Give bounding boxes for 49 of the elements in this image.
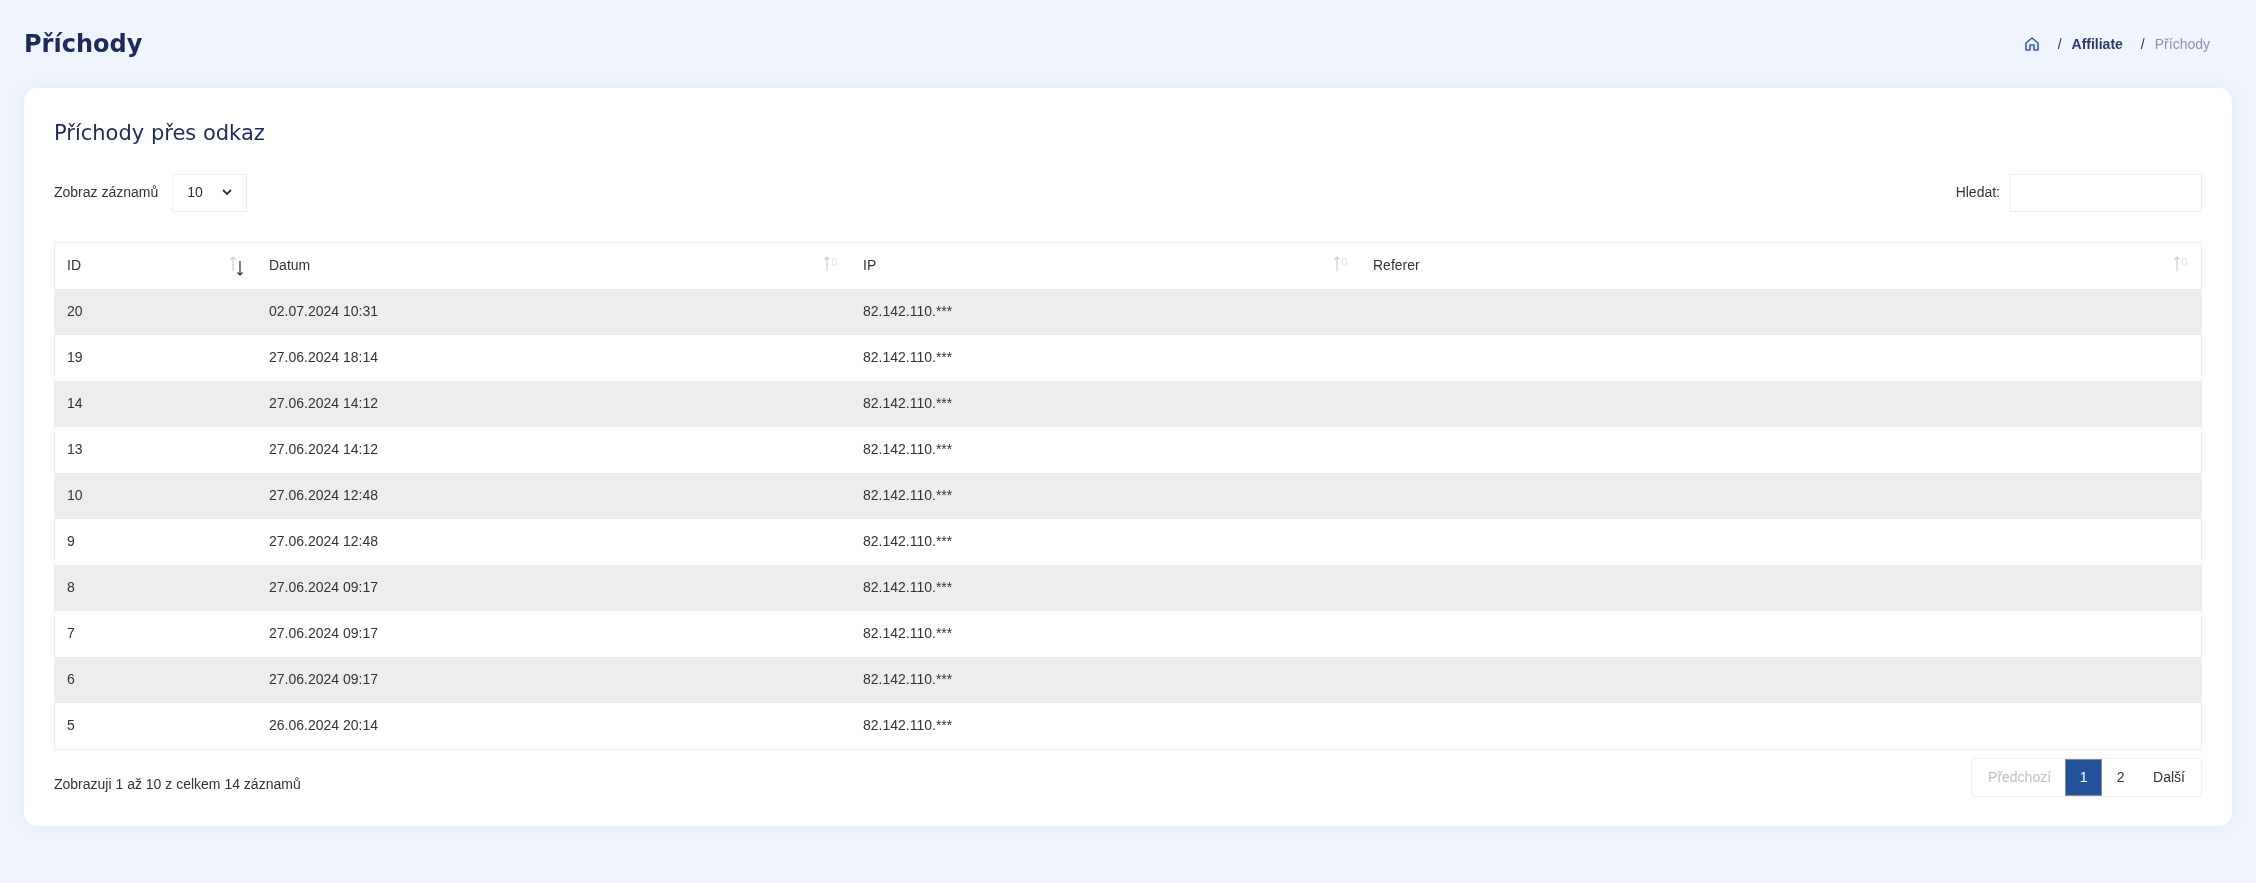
table-cell: 13 bbox=[67, 441, 83, 457]
table-cell: 82.142.110.*** bbox=[863, 441, 953, 457]
table-cell: 82.142.110.*** bbox=[863, 533, 953, 549]
length-select[interactable]: 10 bbox=[172, 173, 248, 212]
home-icon[interactable] bbox=[2023, 36, 2040, 52]
table-cell: 27.06.2024 14:12 bbox=[269, 441, 378, 457]
table-cell: 82.142.110.*** bbox=[863, 717, 953, 733]
table-cell: 27.06.2024 12:48 bbox=[269, 533, 378, 549]
table-cell: 9 bbox=[67, 533, 75, 549]
search-label: Hledat: bbox=[1955, 183, 2000, 202]
length-label: Zobraz záznamů bbox=[54, 183, 159, 202]
table-cell: 82.142.110.*** bbox=[863, 303, 953, 319]
table-cell: 5 bbox=[67, 717, 75, 733]
table-cell: 27.06.2024 18:14 bbox=[269, 349, 378, 365]
table-info: Zobrazuji 1 až 10 z celkem 14 záznamů bbox=[54, 774, 301, 794]
breadcrumb-separator: / bbox=[2057, 34, 2062, 54]
table-cell: 7 bbox=[67, 625, 75, 641]
column-header[interactable]: IP bbox=[863, 255, 877, 276]
column-header[interactable]: ID bbox=[67, 255, 81, 276]
table-cell: 27.06.2024 12:48 bbox=[269, 487, 378, 503]
table-cell: 20 bbox=[67, 303, 83, 319]
table-cell: 82.142.110.*** bbox=[863, 671, 953, 687]
table-cell: 19 bbox=[67, 349, 83, 365]
table-cell: 82.142.110.*** bbox=[863, 395, 953, 411]
page-button[interactable]: 2 bbox=[2102, 758, 2140, 796]
table-cell: 26.06.2024 20:14 bbox=[269, 717, 378, 733]
table-cell: 82.142.110.*** bbox=[863, 487, 953, 503]
column-header[interactable]: Datum bbox=[269, 255, 311, 276]
table-cell: 6 bbox=[67, 671, 75, 687]
table-cell: 27.06.2024 09:17 bbox=[269, 625, 378, 641]
page-button[interactable]: 1 bbox=[2065, 758, 2103, 796]
next-button[interactable]: Další bbox=[2139, 758, 2199, 796]
table-cell: 82.142.110.*** bbox=[863, 349, 953, 365]
table-cell: 27.06.2024 09:17 bbox=[269, 579, 378, 595]
card-title: Příchody přes odkaz bbox=[54, 120, 266, 147]
table-cell: 82.142.110.*** bbox=[863, 625, 953, 641]
table-cell: 02.07.2024 10:31 bbox=[269, 303, 378, 319]
breadcrumb-separator: / bbox=[2140, 34, 2145, 54]
table-cell: 8 bbox=[67, 579, 75, 595]
breadcrumb-current: Příchody bbox=[2154, 34, 2210, 54]
column-header[interactable]: Referer bbox=[1373, 255, 1420, 276]
page-title: Příchody bbox=[24, 29, 143, 60]
table-cell: 27.06.2024 14:12 bbox=[269, 395, 378, 411]
table-cell: 10 bbox=[67, 487, 83, 503]
table-cell: 82.142.110.*** bbox=[863, 579, 953, 595]
chevron-down-icon bbox=[222, 189, 233, 196]
table-cell: 14 bbox=[67, 395, 83, 411]
breadcrumb-link[interactable]: Affiliate bbox=[2071, 33, 2123, 55]
table-cell: 27.06.2024 09:17 bbox=[269, 671, 378, 687]
